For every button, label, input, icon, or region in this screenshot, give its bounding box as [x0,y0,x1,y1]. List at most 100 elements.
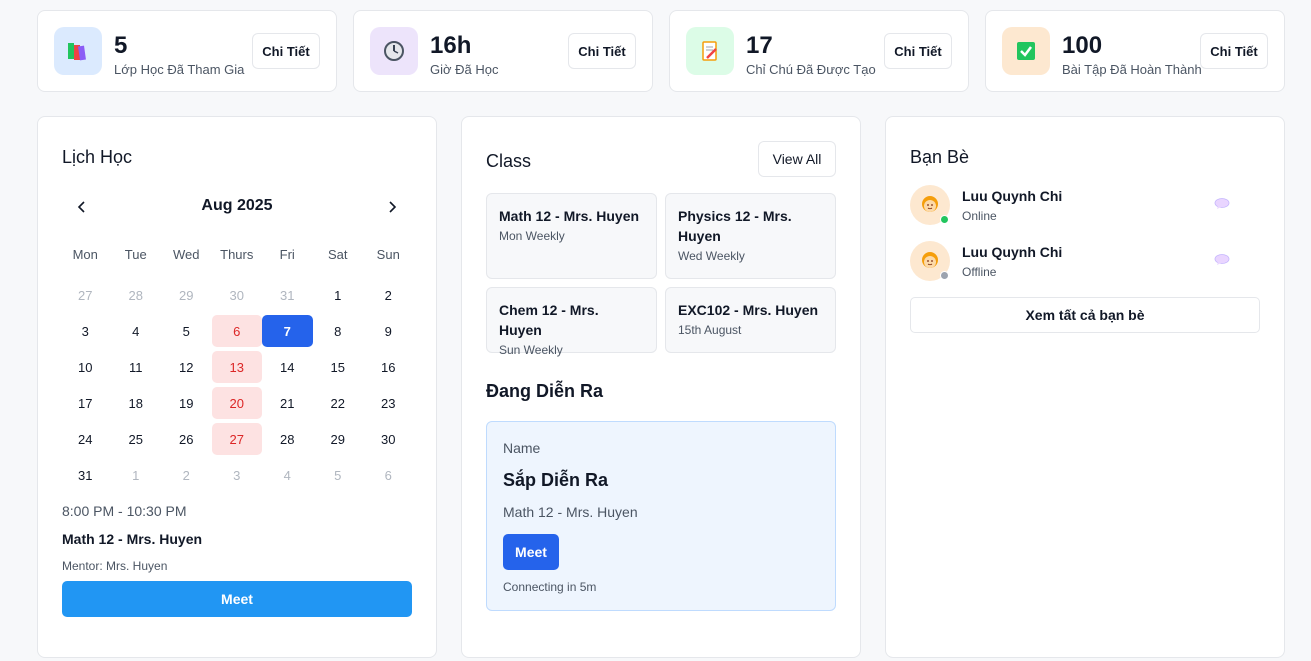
calendar-day-class[interactable]: 20 [211,387,262,419]
weekday-label: Mon [72,246,98,262]
class-schedule: Mon Weekly [499,229,565,243]
friend-item[interactable]: Luu Quynh Chi Offline [910,241,1236,281]
weekday-label: Sun [376,246,400,262]
calendar-day-class[interactable]: 13 [211,351,262,383]
stat-label: Chỉ Chú Đã Được Tạo [746,62,876,77]
stat-card-notes: 17 Chỉ Chú Đã Được Tạo Chi Tiết [669,10,969,92]
calendar-day[interactable]: 1 [111,459,162,491]
calendar-day[interactable]: 30 [212,279,263,311]
live-section-title: Đang Diễn Ra [486,381,604,401]
stat-label: Bài Tập Đã Hoàn Thành [1062,62,1202,77]
offline-status-dot [940,271,949,280]
chat-bubble-icon[interactable] [1214,197,1230,211]
class-card[interactable]: Physics 12 - Mrs. Huyen Wed Weekly [665,193,836,279]
weekday-label: Tue [124,246,147,262]
live-name-label: Name [503,440,541,456]
calendar-day[interactable]: 17 [60,387,111,419]
calendar-day[interactable]: 16 [363,351,414,383]
next-month-button[interactable] [380,195,404,219]
calendar-day[interactable]: 15 [313,351,364,383]
calendar-day[interactable]: 30 [363,423,414,455]
calendar-day[interactable]: 1 [313,279,364,311]
stat-card-classes: 5 Lớp Học Đã Tham Gia Chi Tiết [37,10,337,92]
calendar-day[interactable]: 25 [111,423,162,455]
class-card[interactable]: Math 12 - Mrs. Huyen Mon Weekly [486,193,657,279]
calendar-day[interactable]: 29 [161,279,212,311]
view-all-button[interactable]: View All [758,141,836,177]
calendar-day[interactable]: 29 [313,423,364,455]
check-box-icon [1002,27,1050,75]
calendar-day[interactable]: 23 [363,387,414,419]
calendar-day[interactable]: 31 [60,459,111,491]
calendar-day[interactable]: 10 [60,351,111,383]
connecting-text: Connecting in 5m [503,580,597,594]
friend-name: Luu Quynh Chi [962,244,1063,260]
friends-panel: Bạn Bè Luu Quynh Chi Online Luu Quynh Ch… [885,116,1285,658]
calendar-day-class[interactable]: 6 [211,315,262,347]
friend-name: Luu Quynh Chi [962,188,1063,204]
calendar-day[interactable]: 21 [262,387,313,419]
event-title: Math 12 - Mrs. Huyen [62,531,203,547]
stat-label: Lớp Học Đã Tham Gia [114,62,245,77]
calendar-day[interactable]: 9 [363,315,414,347]
schedule-panel: Lịch Học Aug 2025 Mon Tue Wed Thurs Fri … [37,116,437,658]
calendar-day[interactable]: 12 [161,351,212,383]
calendar-day[interactable]: 5 [313,459,364,491]
calendar-day[interactable]: 27 [60,279,111,311]
calendar-day[interactable]: 28 [262,423,313,455]
calendar-day[interactable]: 2 [161,459,212,491]
stat-value: 16h [430,32,472,59]
meet-button[interactable]: Meet [62,581,412,617]
calendar-day[interactable]: 14 [262,351,313,383]
calendar-day[interactable]: 19 [161,387,212,419]
calendar-day[interactable]: 3 [212,459,263,491]
weekday-label: Wed [173,246,200,262]
weekday-label: Thurs [220,246,254,262]
class-name: EXC102 - Mrs. Huyen [678,302,819,318]
stat-card-hours: 16h Giờ Đã Học Chi Tiết [353,10,653,92]
stat-value: 5 [114,32,128,59]
class-card[interactable]: Chem 12 - Mrs. Huyen Sun Weekly [486,287,657,357]
live-status: Sắp Diễn Ra [503,470,609,490]
details-button[interactable]: Chi Tiết [252,33,320,69]
live-session-card: Name Sắp Diễn Ra Math 12 - Mrs. Huyen Me… [486,421,836,611]
friend-status: Offline [962,265,997,279]
chat-bubble-icon[interactable] [1214,253,1230,267]
calendar-week: 31 1 2 3 4 5 6 [60,457,414,493]
calendar-day[interactable]: 6 [363,459,414,491]
chevron-right-icon [389,201,397,213]
friend-status: Online [962,209,997,223]
memo-icon [686,27,734,75]
calendar-day[interactable]: 18 [111,387,162,419]
class-name: Physics 12 - Mrs. Huyen [678,208,792,244]
calendar-day[interactable]: 24 [60,423,111,455]
calendar-day[interactable]: 8 [313,315,364,347]
calendar-week: 27 28 29 30 31 1 2 [60,277,414,313]
calendar-day[interactable]: 4 [262,459,313,491]
calendar-weekdays: Mon Tue Wed Thurs Fri Sat Sun [60,241,414,267]
class-card[interactable]: EXC102 - Mrs. Huyen 15th August [665,287,836,353]
calendar-day[interactable]: 4 [111,315,162,347]
calendar-day-class[interactable]: 27 [211,423,262,455]
calendar-day[interactable]: 3 [60,315,111,347]
see-all-friends-button[interactable]: Xem tất cả bạn bè [910,297,1260,333]
live-class: Math 12 - Mrs. Huyen [503,504,638,520]
weekday-label: Sat [327,246,348,262]
calendar-day[interactable]: 31 [262,279,313,311]
calendar-day-selected[interactable]: 7 [262,315,313,347]
calendar-day[interactable]: 2 [363,279,414,311]
calendar-day[interactable]: 5 [161,315,212,347]
calendar-day[interactable]: 28 [111,279,162,311]
details-button[interactable]: Chi Tiết [884,33,952,69]
calendar-day[interactable]: 26 [161,423,212,455]
calendar-day[interactable]: 22 [313,387,364,419]
details-button[interactable]: Chi Tiết [568,33,636,69]
meet-button[interactable]: Meet [503,534,559,570]
details-button[interactable]: Chi Tiết [1200,33,1268,69]
stat-value: 100 [1062,32,1103,59]
stat-value: 17 [746,32,773,59]
stat-label: Giờ Đã Học [430,62,499,77]
calendar-week: 24 25 26 27 28 29 30 [60,421,414,457]
friend-item[interactable]: Luu Quynh Chi Online [910,185,1236,225]
calendar-day[interactable]: 11 [111,351,162,383]
